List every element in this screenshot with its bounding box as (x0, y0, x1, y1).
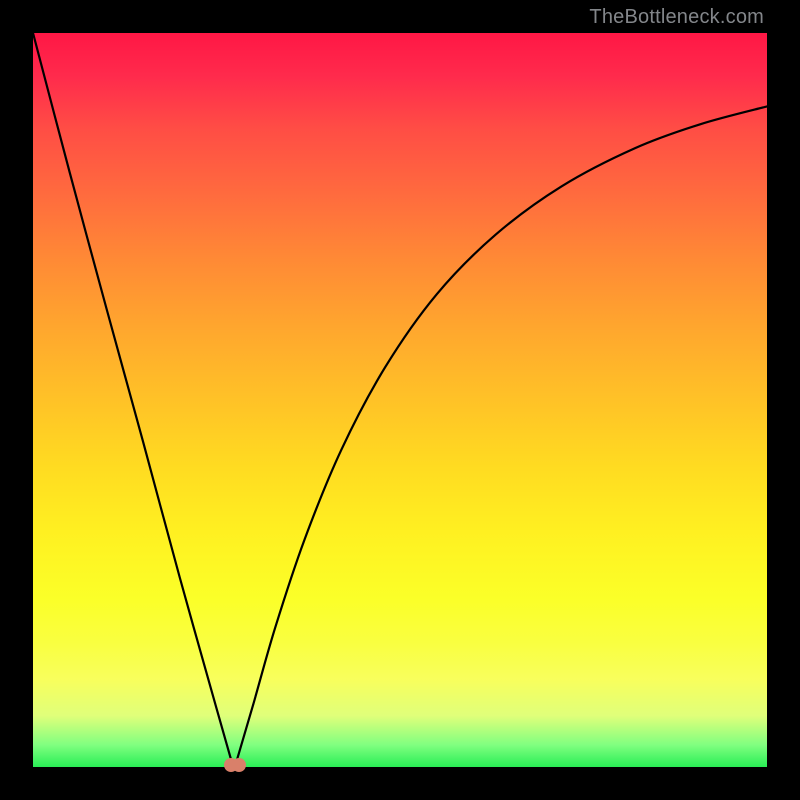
watermark-text: TheBottleneck.com (589, 6, 764, 29)
chart-frame: TheBottleneck.com (0, 0, 800, 800)
optimum-marker-2 (232, 758, 246, 772)
bottleneck-curve (33, 33, 767, 767)
